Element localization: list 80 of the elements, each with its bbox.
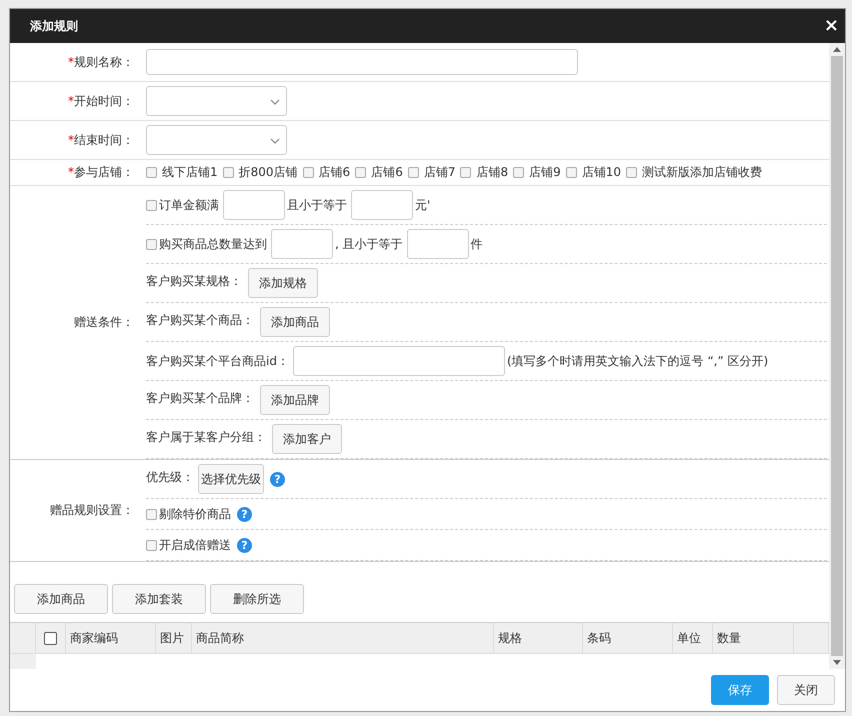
- checkbox[interactable]: [355, 167, 366, 178]
- store-label: 店铺10: [582, 164, 622, 181]
- store-label: 测试新版添加店铺收费: [642, 164, 762, 181]
- store-label: 店铺8: [476, 164, 508, 181]
- setting-label: 剔除特价商品: [159, 506, 231, 522]
- column-header: 单位: [673, 623, 713, 653]
- add-button[interactable]: 添加商品: [260, 307, 330, 337]
- checkbox[interactable]: [44, 632, 57, 644]
- field-label: 参与店铺：: [74, 165, 134, 179]
- scroll-down-icon[interactable]: [833, 660, 841, 665]
- store-label: 店铺7: [424, 164, 456, 181]
- checkbox[interactable]: [513, 167, 524, 178]
- checkbox[interactable]: [566, 167, 577, 178]
- close-button[interactable]: 关闭: [777, 675, 835, 705]
- field-label: 规则名称：: [74, 54, 134, 68]
- input-field[interactable]: [271, 229, 333, 259]
- toolbar-button[interactable]: 删除所选: [210, 584, 304, 614]
- input-field[interactable]: [292, 346, 505, 376]
- section-label: 赠品规则设置：: [50, 502, 134, 519]
- close-button[interactable]: ×: [824, 17, 839, 35]
- field-label: 结束时间：: [74, 132, 134, 146]
- toolbar-button[interactable]: 添加套装: [112, 584, 206, 614]
- column-header: 条码: [583, 623, 673, 653]
- condition-label: 订单金额满: [159, 196, 219, 214]
- column-header: 商品简称: [192, 623, 494, 653]
- column-header: 规格: [494, 623, 583, 653]
- checkbox[interactable]: [626, 167, 638, 178]
- checkbox[interactable]: [460, 167, 472, 178]
- condition-label: 购买商品总数量达到: [159, 236, 267, 252]
- date-select[interactable]: [146, 86, 287, 116]
- checkbox[interactable]: [302, 167, 314, 178]
- input-field[interactable]: [146, 49, 578, 75]
- section-label: 赠送条件：: [74, 314, 134, 331]
- required-marker: *: [68, 54, 74, 68]
- required-marker: *: [68, 132, 74, 146]
- chevron-down-icon: [270, 99, 280, 105]
- condition-label: 客户属于某客户分组：: [146, 429, 266, 446]
- checkbox[interactable]: [222, 167, 234, 178]
- hint-text: (填写多个时请用英文输入法下的逗号 “,” 区分开): [506, 352, 768, 370]
- setting-label: 优先级：: [146, 469, 194, 486]
- column-header: 图片: [156, 623, 192, 653]
- condition-label: 客户购买某个品牌：: [146, 390, 254, 407]
- chevron-down-icon: [270, 138, 280, 144]
- add-button[interactable]: 添加客户: [272, 424, 342, 454]
- input-field[interactable]: [406, 229, 469, 259]
- field-label: 开始时间：: [74, 94, 134, 108]
- store-label: 店铺9: [529, 164, 561, 181]
- checkbox[interactable]: [146, 200, 157, 210]
- unit-label: 元': [415, 196, 430, 214]
- store-label: 折800店铺: [238, 164, 298, 181]
- unit-label: 件: [470, 236, 483, 252]
- condition-label: 客户购买某规格：: [146, 273, 242, 290]
- date-select[interactable]: [146, 125, 287, 155]
- required-marker: *: [68, 94, 74, 108]
- required-marker: *: [68, 165, 74, 179]
- store-label: 店铺6: [371, 164, 403, 181]
- condition-label: 客户购买某个平台商品id：: [146, 352, 289, 370]
- setting-label: 开启成倍赠送: [159, 536, 231, 554]
- add-button[interactable]: 添加品牌: [260, 385, 330, 415]
- add-button[interactable]: 添加规格: [248, 268, 318, 298]
- scroll-thumb[interactable]: [831, 56, 843, 656]
- condition-label: 且小于等于: [287, 196, 347, 214]
- store-label: 线下店铺1: [162, 164, 218, 181]
- condition-label: , 且小于等于: [335, 236, 403, 252]
- store-label: 店铺6: [318, 164, 350, 181]
- column-header: 数量: [713, 623, 794, 653]
- dialog-title: 添加规则: [30, 18, 78, 34]
- column-header: 商家编码: [66, 623, 156, 653]
- checkbox[interactable]: [146, 238, 157, 250]
- input-field[interactable]: [223, 190, 285, 220]
- condition-label: 客户购买某个商品：: [146, 312, 254, 329]
- toolbar-button[interactable]: 添加商品: [14, 584, 108, 614]
- scrollbar[interactable]: [829, 43, 845, 669]
- input-field[interactable]: [351, 190, 413, 220]
- checkbox[interactable]: [408, 167, 419, 178]
- checkbox[interactable]: [146, 167, 157, 178]
- scroll-up-icon[interactable]: [833, 47, 841, 52]
- checkbox[interactable]: [146, 508, 157, 520]
- checkbox[interactable]: [146, 540, 157, 550]
- priority-button[interactable]: 选择优先级: [198, 464, 264, 494]
